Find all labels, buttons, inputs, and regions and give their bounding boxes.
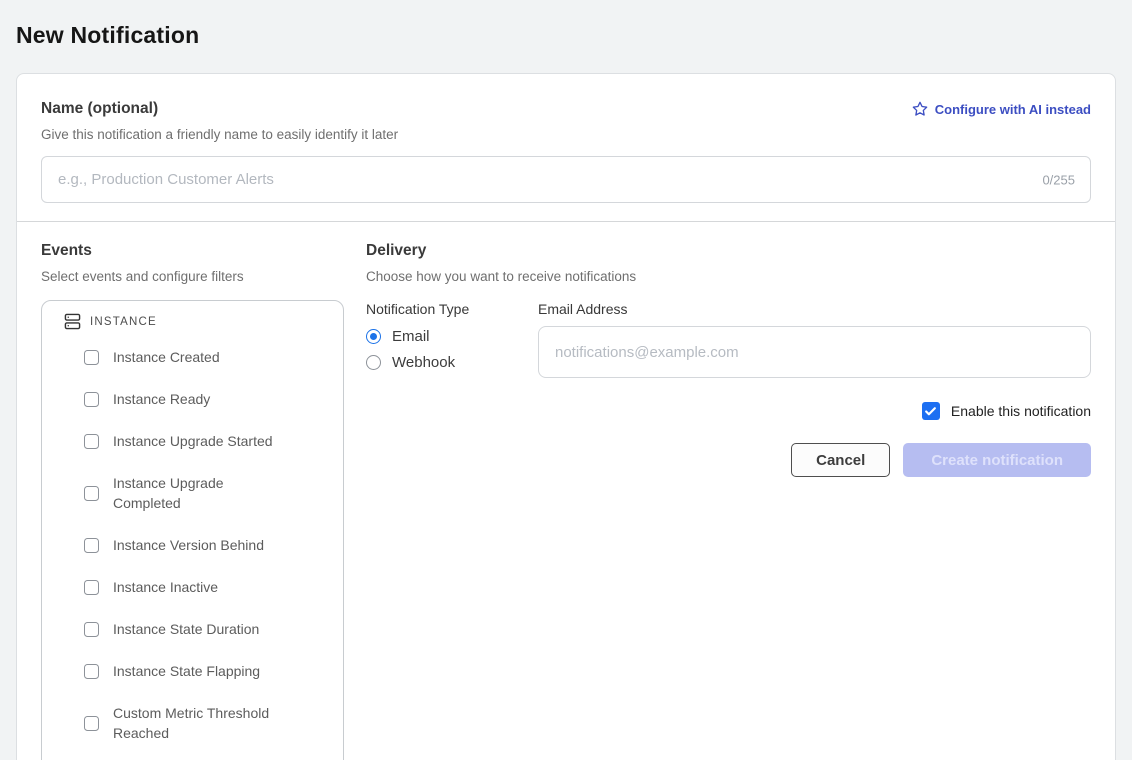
new-notification-card: Name (optional) Configure with AI instea… [16, 73, 1116, 760]
events-list: INSTANCE Instance Created Instance Ready… [41, 300, 344, 760]
radio-webhook[interactable] [366, 355, 381, 370]
cancel-button[interactable]: Cancel [791, 443, 890, 477]
event-item-instance-upgrade-completed[interactable]: Instance Upgrade Completed [42, 473, 343, 513]
configure-with-ai-label: Configure with AI instead [935, 102, 1091, 117]
checkbox[interactable] [84, 716, 99, 731]
enable-notification-row[interactable]: Enable this notification [366, 402, 1091, 420]
checkbox[interactable] [84, 350, 99, 365]
events-section: Events Select events and configure filte… [41, 242, 344, 760]
event-item-instance-state-flapping[interactable]: Instance State Flapping [42, 661, 343, 681]
delivery-section: Delivery Choose how you want to receive … [366, 242, 1091, 760]
server-icon [64, 313, 81, 330]
delivery-description: Choose how you want to receive notificat… [366, 269, 1091, 284]
enable-notification-checkbox[interactable] [922, 402, 940, 420]
notification-name-input[interactable] [41, 156, 1091, 203]
configure-with-ai-button[interactable]: Configure with AI instead [912, 101, 1091, 117]
events-description: Select events and configure filters [41, 269, 344, 284]
event-item-instance-ready[interactable]: Instance Ready [42, 389, 343, 409]
checkbox[interactable] [84, 486, 99, 501]
event-item-instance-version-behind[interactable]: Instance Version Behind [42, 535, 343, 555]
event-item-instance-state-duration[interactable]: Instance State Duration [42, 619, 343, 639]
checkbox[interactable] [84, 664, 99, 679]
name-section-description: Give this notification a friendly name t… [41, 127, 1091, 142]
checkbox[interactable] [84, 538, 99, 553]
radio-option-email[interactable]: Email [366, 328, 538, 345]
page-title: New Notification [16, 22, 1132, 49]
event-item-instance-created[interactable]: Instance Created [42, 347, 343, 367]
notification-type-label: Notification Type [366, 301, 538, 317]
event-group-label: INSTANCE [90, 316, 157, 328]
checkbox[interactable] [84, 392, 99, 407]
enable-notification-label: Enable this notification [951, 403, 1091, 419]
event-item-instance-inactive[interactable]: Instance Inactive [42, 577, 343, 597]
create-notification-button[interactable]: Create notification [903, 443, 1091, 477]
email-address-input[interactable] [538, 326, 1091, 378]
star-icon [912, 101, 928, 117]
checkbox[interactable] [84, 622, 99, 637]
event-group-instance: INSTANCE [42, 313, 343, 330]
delivery-heading: Delivery [366, 242, 1091, 260]
email-address-label: Email Address [538, 301, 1091, 317]
name-section: Name (optional) Configure with AI instea… [17, 74, 1115, 221]
char-counter: 0/255 [1042, 172, 1075, 187]
radio-option-webhook[interactable]: Webhook [366, 354, 538, 371]
event-item-instance-upgrade-started[interactable]: Instance Upgrade Started [42, 431, 343, 451]
radio-email[interactable] [366, 329, 381, 344]
checkbox[interactable] [84, 434, 99, 449]
event-item-custom-metric-threshold[interactable]: Custom Metric Threshold Reached [42, 703, 343, 743]
name-section-heading: Name (optional) [41, 100, 158, 118]
checkbox[interactable] [84, 580, 99, 595]
events-heading: Events [41, 242, 344, 260]
